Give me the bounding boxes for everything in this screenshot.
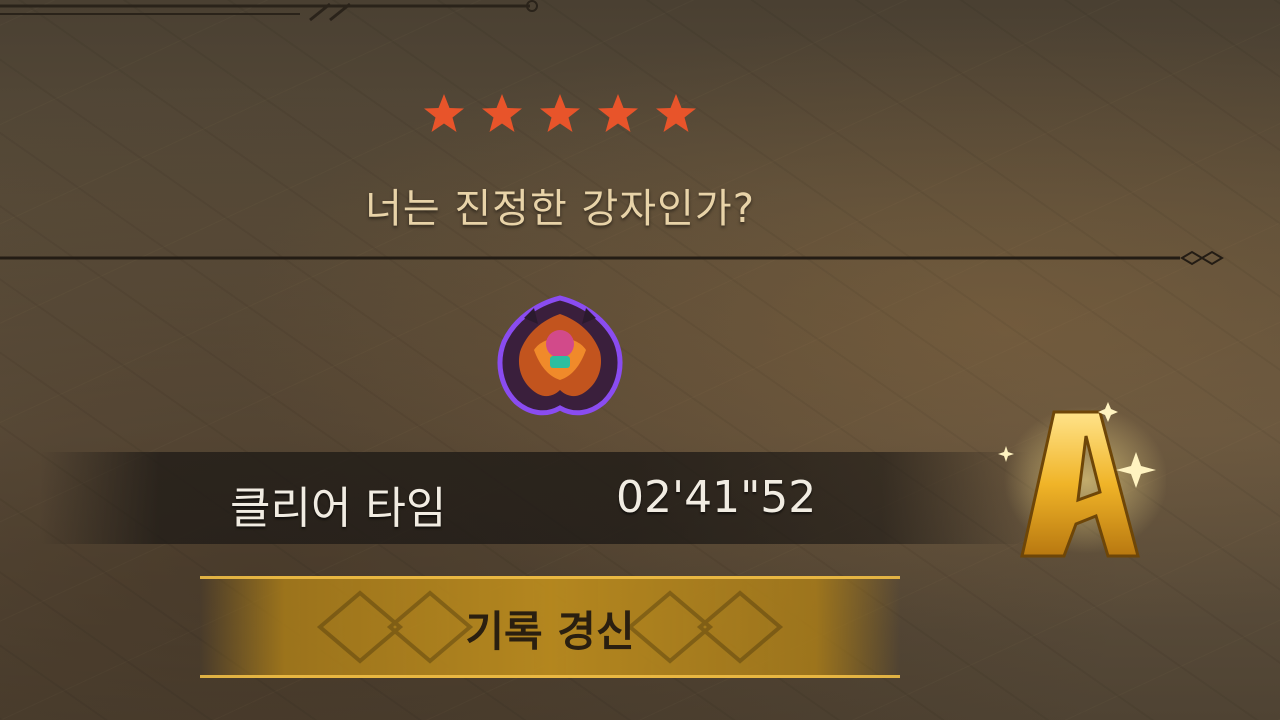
rank-a-icon	[998, 402, 1166, 558]
star-rating	[420, 90, 700, 140]
record-update-label: 기록 경신	[465, 607, 635, 656]
stage-title: 너는 진정한 강자인가?	[365, 186, 755, 232]
star-icon	[536, 90, 584, 138]
title-divider	[0, 250, 1224, 266]
star-icon	[594, 90, 642, 138]
star-icon	[420, 90, 468, 138]
clear-time-bar	[40, 452, 1030, 544]
clear-time-label: 클리어 타임	[230, 483, 447, 534]
clear-time-value: 02'41"52	[616, 472, 817, 523]
star-icon	[478, 90, 526, 138]
top-frame-ornament	[0, 0, 538, 22]
boss-emblem-icon	[497, 295, 623, 416]
star-icon	[652, 90, 700, 138]
